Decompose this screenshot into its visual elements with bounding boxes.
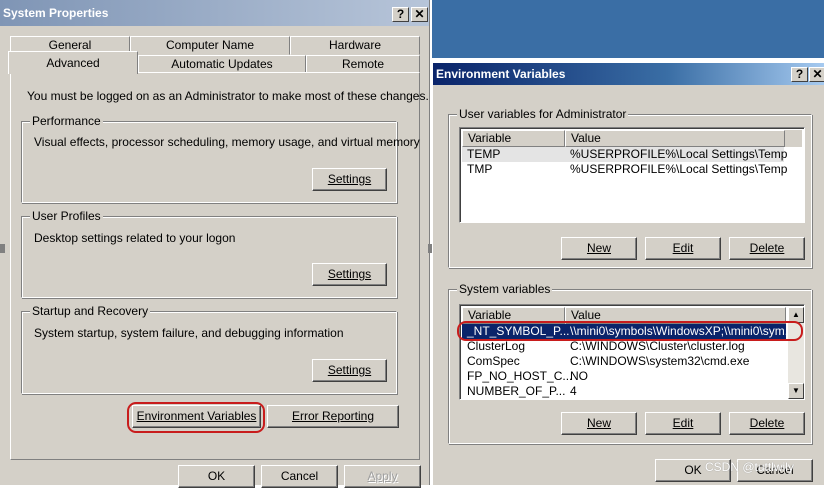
user-profiles-desc: Desktop settings related to your logon [34,231,236,245]
tab-advanced[interactable]: Advanced [8,51,138,74]
watermark: CSDN @tuttlwily [705,460,794,474]
scroll-up-icon[interactable]: ▲ [788,307,804,323]
startup-recovery-settings-button[interactable]: Settings [312,359,387,382]
system-variables-group: System variables Variable Value _NT_SYMB… [448,282,812,444]
user-variables-list[interactable]: Variable Value TEMP %USERPROFILE%\Local … [459,127,805,223]
left-resize-grip [0,244,5,253]
desktop-background [432,0,824,58]
performance-title: Performance [30,114,103,128]
system-properties-window: System Properties ? ✕ General Computer N… [0,0,430,488]
list-item[interactable]: NUMBER_OF_P... 4 [462,384,786,399]
column-header-value[interactable]: Value [565,130,785,147]
help-icon[interactable]: ? [791,67,808,82]
startup-recovery-desc: System startup, system failure, and debu… [34,326,344,340]
user-variables-title: User variables for Administrator [457,107,629,121]
list-item[interactable]: ClusterLog C:\WINDOWS\Cluster\cluster.lo… [462,339,786,354]
startup-recovery-group: Startup and Recovery System startup, sys… [21,304,397,394]
system-delete-button[interactable]: Delete [729,412,805,435]
list-item[interactable]: ComSpec C:\WINDOWS\system32\cmd.exe [462,354,786,369]
performance-desc: Visual effects, processor scheduling, me… [34,135,420,149]
help-icon[interactable]: ? [392,7,409,22]
tab-hardware[interactable]: Hardware [290,36,420,55]
performance-group: Performance Visual effects, processor sc… [21,114,420,203]
user-edit-button[interactable]: Edit [645,237,721,260]
environment-variables-window: Environment Variables ? ✕ User variables… [432,62,824,485]
list-item[interactable]: FP_NO_HOST_C... NO [462,369,786,384]
close-icon[interactable]: ✕ [411,7,428,22]
user-delete-button[interactable]: Delete [729,237,805,260]
tab-computer-name[interactable]: Computer Name [130,36,290,55]
system-variables-title: System variables [457,282,553,296]
admin-note: You must be logged on as an Administrato… [27,89,429,103]
environment-variables-titlebar: Environment Variables ? ✕ [433,63,824,85]
window-title: System Properties [3,6,109,20]
advanced-tab-panel: You must be logged on as an Administrato… [10,72,429,460]
user-new-button[interactable]: New [561,237,637,260]
close-icon[interactable]: ✕ [809,67,824,82]
environment-variables-button[interactable]: Environment Variables [132,405,261,428]
column-header-value[interactable]: Value [565,307,786,324]
user-profiles-title: User Profiles [30,209,103,223]
error-reporting-button[interactable]: Error Reporting [267,405,399,428]
system-properties-titlebar: System Properties ? ✕ [0,0,429,26]
user-profiles-group: User Profiles Desktop settings related t… [21,209,397,298]
column-header-variable[interactable]: Variable [462,307,565,324]
list-item[interactable]: _NT_SYMBOL_P... \\mini0\symbols\WindowsX… [462,324,795,339]
user-variables-group: User variables for Administrator Variabl… [448,107,812,268]
user-profiles-settings-button[interactable]: Settings [312,263,387,286]
system-variables-scrollbar[interactable]: ▲ ▼ [788,307,804,399]
startup-recovery-title: Startup and Recovery [30,304,151,318]
system-variables-list[interactable]: Variable Value _NT_SYMBOL_P... \\mini0\s… [459,304,805,400]
scroll-down-icon[interactable]: ▼ [788,383,804,399]
system-new-button[interactable]: New [561,412,637,435]
column-header-variable[interactable]: Variable [462,130,565,147]
list-item[interactable]: TMP %USERPROFILE%\Local Settings\Temp [462,162,787,177]
list-item[interactable]: TEMP %USERPROFILE%\Local Settings\Temp [462,147,787,162]
system-edit-button[interactable]: Edit [645,412,721,435]
window-title: Environment Variables [436,67,566,81]
list-header: Variable Value [462,130,802,147]
performance-settings-button[interactable]: Settings [312,168,387,191]
list-header: Variable Value [462,307,786,324]
